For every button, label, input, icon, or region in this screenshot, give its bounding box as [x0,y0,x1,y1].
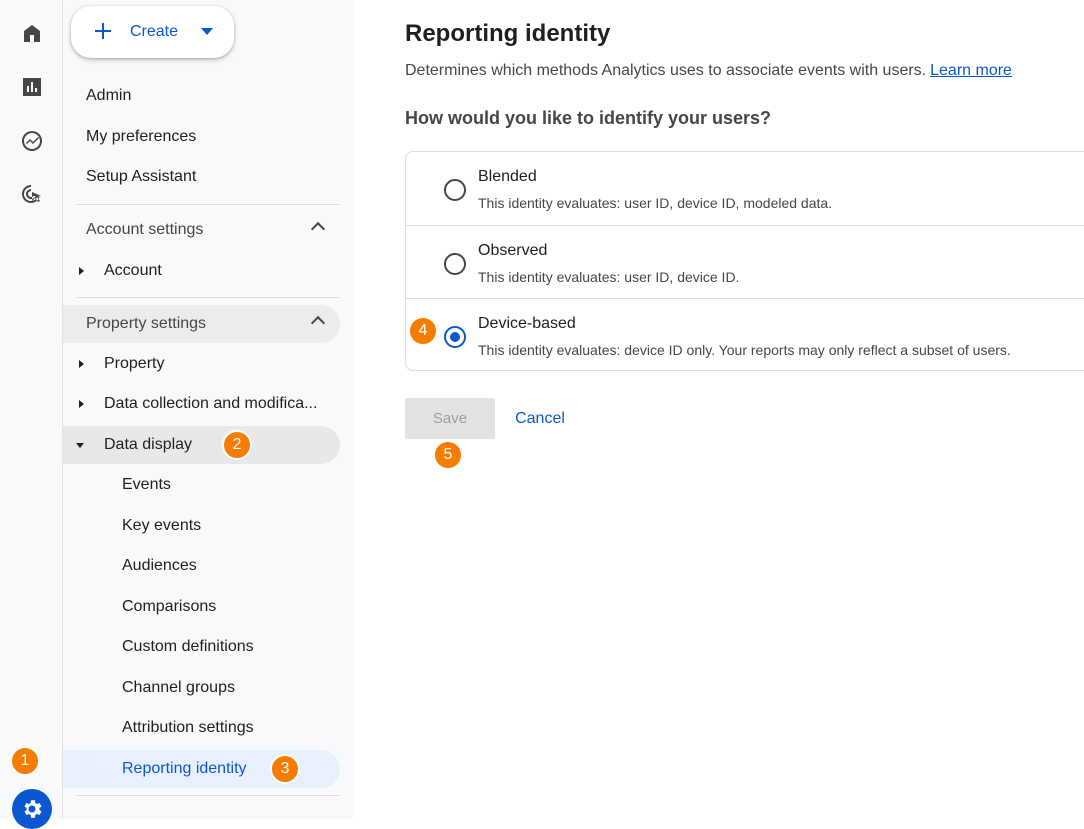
nav-item-label: Channel groups [122,679,235,696]
option-subtitle: This identity evaluates: device ID only.… [478,342,1011,358]
nav-item-label: Reporting identity [122,760,247,777]
nav-item-label: Admin [86,87,132,104]
page-title: Reporting identity [405,20,611,47]
create-button[interactable]: Create [71,6,234,58]
learn-more-link[interactable]: Learn more [930,62,1012,79]
main-content: Reporting identity Determines which meth… [353,0,1084,819]
nav-item-comparisons[interactable]: Comparisons [63,588,340,626]
caret-down-icon [201,28,213,35]
option-device-based[interactable]: Device-based This identity evaluates: de… [406,298,1084,371]
nav-item-label: Property [104,355,165,372]
radio-blended[interactable] [444,179,466,201]
step-badge-3: 3 [270,754,300,784]
nav-divider [77,795,339,796]
step-badge-5: 5 [433,440,463,470]
description-text: Determines which methods Analytics uses … [405,62,927,79]
step-badge-1: 1 [10,746,40,776]
nav-item-label: Audiences [122,557,197,574]
nav-section-account-settings[interactable]: Account settings [63,211,340,249]
nav-item-label: Data collection and modifica... [104,395,318,412]
nav-item-account[interactable]: Account [63,252,340,290]
nav-item-audiences[interactable]: Audiences [63,547,340,585]
chevron-up-icon [310,221,326,237]
save-button[interactable]: Save [405,398,495,439]
nav-item-data-collection[interactable]: Data collection and modifica... [63,385,340,423]
step-badge-2: 2 [222,430,252,460]
nav-divider [77,297,339,298]
nav-item-custom-definitions[interactable]: Custom definitions [63,628,340,666]
identity-options-group: Blended This identity evaluates: user ID… [405,151,1084,371]
nav-divider [77,204,339,205]
section-label: Account settings [86,221,204,238]
expand-arrow-icon [79,267,84,275]
option-title: Blended [478,168,537,185]
nav-item-my-preferences[interactable]: My preferences [63,118,340,156]
collapse-arrow-icon [76,443,84,448]
option-subtitle: This identity evaluates: user ID, device… [478,195,833,211]
nav-item-label: Comparisons [122,598,217,615]
nav-item-key-events[interactable]: Key events [63,507,340,545]
option-title: Device-based [478,315,576,332]
plus-icon [95,23,111,39]
nav-item-label: Attribution settings [122,719,254,736]
chevron-up-icon [310,315,326,331]
expand-arrow-icon [79,400,84,408]
cancel-button[interactable]: Cancel [505,398,575,439]
nav-item-events[interactable]: Events [63,466,340,504]
create-button-label: Create [130,23,179,40]
advertising-icon[interactable] [17,180,47,210]
expand-arrow-icon [79,360,84,368]
nav-section-property-settings[interactable]: Property settings [63,305,340,343]
nav-item-setup-assistant[interactable]: Setup Assistant [63,158,340,196]
home-icon[interactable] [17,18,47,48]
nav-item-admin[interactable]: Admin [63,77,340,115]
page-description: Determines which methods Analytics uses … [405,62,1012,80]
identity-question: How would you like to identify your user… [405,108,772,128]
nav-item-attribution-settings[interactable]: Attribution settings [63,709,340,747]
left-rail: 1 [0,0,63,829]
admin-gear-icon[interactable] [12,789,52,829]
step-badge-4: 4 [408,316,438,346]
radio-observed[interactable] [444,253,466,275]
nav-item-data-display[interactable]: Data display [63,426,340,464]
nav-item-label: Data display [104,436,193,453]
nav-item-property[interactable]: Property [63,345,340,383]
nav-item-label: Events [122,476,171,493]
option-subtitle: This identity evaluates: user ID, device… [478,269,740,285]
option-observed[interactable]: Observed This identity evaluates: user I… [406,225,1084,298]
nav-item-label: Setup Assistant [86,168,197,185]
nav-item-label: My preferences [86,128,197,145]
option-blended[interactable]: Blended This identity evaluates: user ID… [406,152,1084,225]
nav-item-label: Account [104,262,162,279]
reports-icon[interactable] [17,72,47,102]
option-title: Observed [478,242,548,259]
admin-nav-panel: Create Admin My preferences Setup Assist… [63,0,353,819]
explore-icon[interactable] [17,126,47,156]
section-label: Property settings [86,315,207,332]
radio-device-based[interactable] [444,326,466,348]
nav-item-channel-groups[interactable]: Channel groups [63,669,340,707]
nav-item-label: Key events [122,517,202,534]
nav-item-label: Custom definitions [122,638,254,655]
